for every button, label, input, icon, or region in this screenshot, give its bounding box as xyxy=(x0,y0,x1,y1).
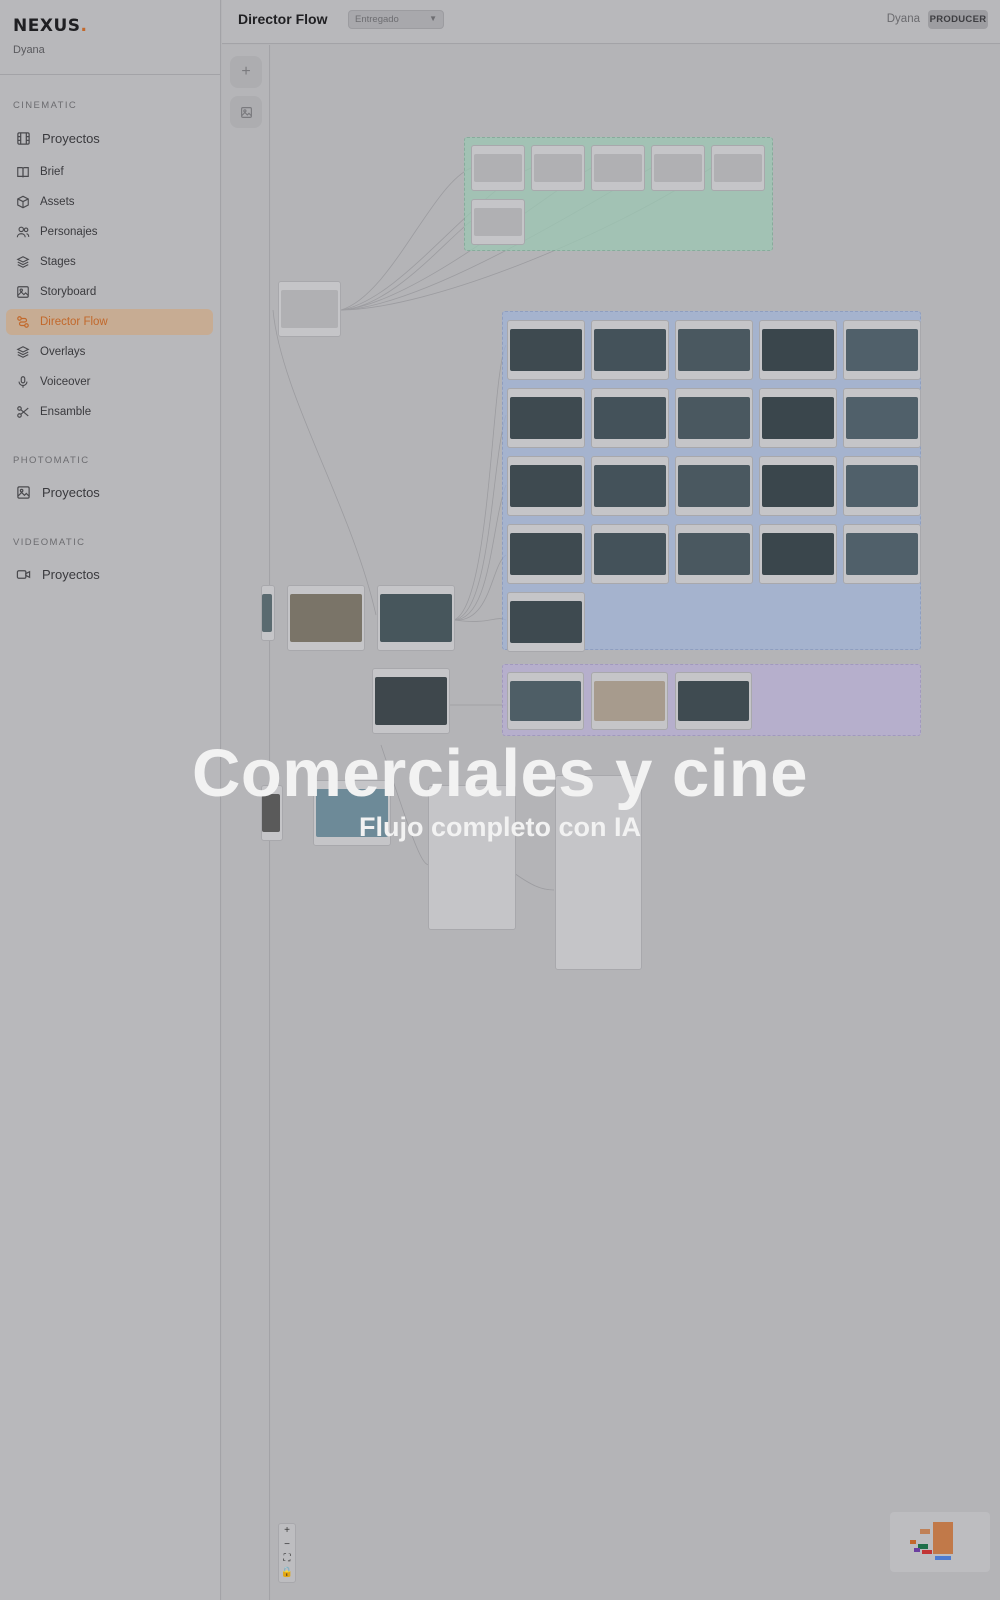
flow-node-image[interactable] xyxy=(843,388,921,448)
sidebar-item-label: Personajes xyxy=(40,226,98,238)
header-bar: Director Flow Entregado ▼ Dyana PRODUCER xyxy=(222,0,1000,44)
status-dropdown[interactable]: Entregado ▼ xyxy=(348,10,444,29)
image-icon xyxy=(17,286,29,298)
minimap[interactable] xyxy=(890,1512,990,1572)
flow-node[interactable] xyxy=(711,145,765,191)
plus-icon: + xyxy=(241,63,251,80)
zoom-out-button[interactable]: − xyxy=(279,1538,295,1552)
role-badge: PRODUCER xyxy=(928,10,988,29)
fit-view-button[interactable]: ⛶ xyxy=(279,1552,295,1566)
scissors-icon xyxy=(17,406,29,418)
current-user: Dyana xyxy=(886,13,920,25)
flow-node[interactable] xyxy=(471,199,525,245)
sidebar-item-label: Ensamble xyxy=(40,406,92,418)
flow-node[interactable] xyxy=(591,672,668,730)
workspace-user: Dyana xyxy=(13,44,45,56)
flow-node-image[interactable] xyxy=(675,320,753,380)
flow-node-image[interactable] xyxy=(507,320,585,380)
sidebar-item-photomatic-proyectos[interactable]: Proyectos xyxy=(6,478,213,506)
flow-node[interactable] xyxy=(471,145,525,191)
sidebar-item-label: Voiceover xyxy=(40,376,91,388)
flow-node-image[interactable] xyxy=(675,456,753,516)
zoom-controls: + − ⛶ 🔒 xyxy=(278,1523,296,1583)
sidebar-item-label: Proyectos xyxy=(42,130,100,146)
flow-node[interactable] xyxy=(377,585,455,651)
status-value: Entregado xyxy=(355,14,399,25)
sidebar-item-label: Proyectos xyxy=(42,566,100,582)
sidebar-item-label: Overlays xyxy=(40,346,86,358)
add-image-button[interactable] xyxy=(230,96,262,128)
sidebar-item-label: Stages xyxy=(40,256,76,268)
sidebar-item-overlays[interactable]: Overlays xyxy=(6,339,213,365)
sidebar-item-personajes[interactable]: Personajes xyxy=(6,219,213,245)
flow-node[interactable] xyxy=(287,585,365,651)
add-node-button[interactable]: + xyxy=(230,56,262,88)
flow-node-image[interactable] xyxy=(591,388,669,448)
flow-node[interactable] xyxy=(261,585,275,641)
flow-node-image[interactable] xyxy=(759,320,837,380)
page-title: Director Flow xyxy=(238,11,328,27)
flow-node-image[interactable] xyxy=(507,388,585,448)
film-icon xyxy=(17,131,30,145)
sidebar-item-brief[interactable]: Brief xyxy=(6,159,213,185)
lock-icon[interactable]: 🔒 xyxy=(279,1566,295,1580)
sidebar-item-assets[interactable]: Assets xyxy=(6,189,213,215)
section-cinematic: CINEMATIC xyxy=(13,100,78,111)
flow-node-image[interactable] xyxy=(591,524,669,584)
section-photomatic: PHOTOMATIC xyxy=(13,455,90,466)
sidebar-item-label: Storyboard xyxy=(40,286,97,298)
layers-icon xyxy=(16,256,30,268)
zoom-in-button[interactable]: + xyxy=(279,1524,295,1538)
section-videomatic: VIDEOMATIC xyxy=(13,537,86,548)
flow-node-image[interactable] xyxy=(675,388,753,448)
sidebar-item-ensamble[interactable]: Ensamble xyxy=(6,399,213,425)
sidebar-item-label: Assets xyxy=(40,196,75,208)
layers-icon xyxy=(16,346,30,358)
video-icon xyxy=(16,569,31,579)
flow-node-image[interactable] xyxy=(591,456,669,516)
flow-node-image[interactable] xyxy=(843,456,921,516)
flow-node-image[interactable] xyxy=(759,524,837,584)
flow-node-image[interactable] xyxy=(759,388,837,448)
sidebar-item-stages[interactable]: Stages xyxy=(6,249,213,275)
sidebar-item-storyboard[interactable]: Storyboard xyxy=(6,279,213,305)
image-icon xyxy=(240,106,252,118)
flow-node-image[interactable] xyxy=(843,524,921,584)
flow-node[interactable] xyxy=(531,145,585,191)
flow-node[interactable] xyxy=(507,672,584,730)
sidebar-item-label: Director Flow xyxy=(40,316,108,328)
package-icon xyxy=(17,195,29,209)
book-icon xyxy=(17,167,29,178)
overlay-subtitle: Flujo completo con IA xyxy=(359,812,641,842)
flow-node-image[interactable] xyxy=(507,456,585,516)
flow-node[interactable] xyxy=(591,145,645,191)
divider xyxy=(0,74,221,75)
flow-node[interactable] xyxy=(651,145,705,191)
flow-node-image[interactable] xyxy=(507,592,585,652)
overlay-title: Comerciales y cine xyxy=(191,736,809,811)
sidebar-item-label: Brief xyxy=(40,166,64,178)
brand-logo[interactable]: NEXUS. xyxy=(13,16,87,36)
flow-node-source[interactable] xyxy=(278,281,341,337)
image-icon xyxy=(17,485,30,499)
flow-node-image[interactable] xyxy=(759,456,837,516)
minimap-preview xyxy=(910,1522,953,1560)
chevron-down-icon: ▼ xyxy=(429,14,437,23)
sidebar-item-videomatic-proyectos[interactable]: Proyectos xyxy=(6,560,213,588)
sidebar-item-voiceover[interactable]: Voiceover xyxy=(6,369,213,395)
sidebar-item-label: Proyectos xyxy=(42,484,100,500)
flow-node-image[interactable] xyxy=(591,320,669,380)
flow-node-image[interactable] xyxy=(507,524,585,584)
sidebar-item-cinematic-proyectos[interactable]: Proyectos xyxy=(6,124,213,152)
flow-node-image[interactable] xyxy=(843,320,921,380)
sidebar-item-director-flow[interactable]: Director Flow xyxy=(6,309,213,335)
mic-icon xyxy=(18,376,28,388)
flow-node-image[interactable] xyxy=(675,524,753,584)
flow-node[interactable] xyxy=(675,672,752,730)
flow-node[interactable] xyxy=(372,668,450,734)
users-icon xyxy=(16,226,30,238)
route-icon xyxy=(17,316,29,328)
